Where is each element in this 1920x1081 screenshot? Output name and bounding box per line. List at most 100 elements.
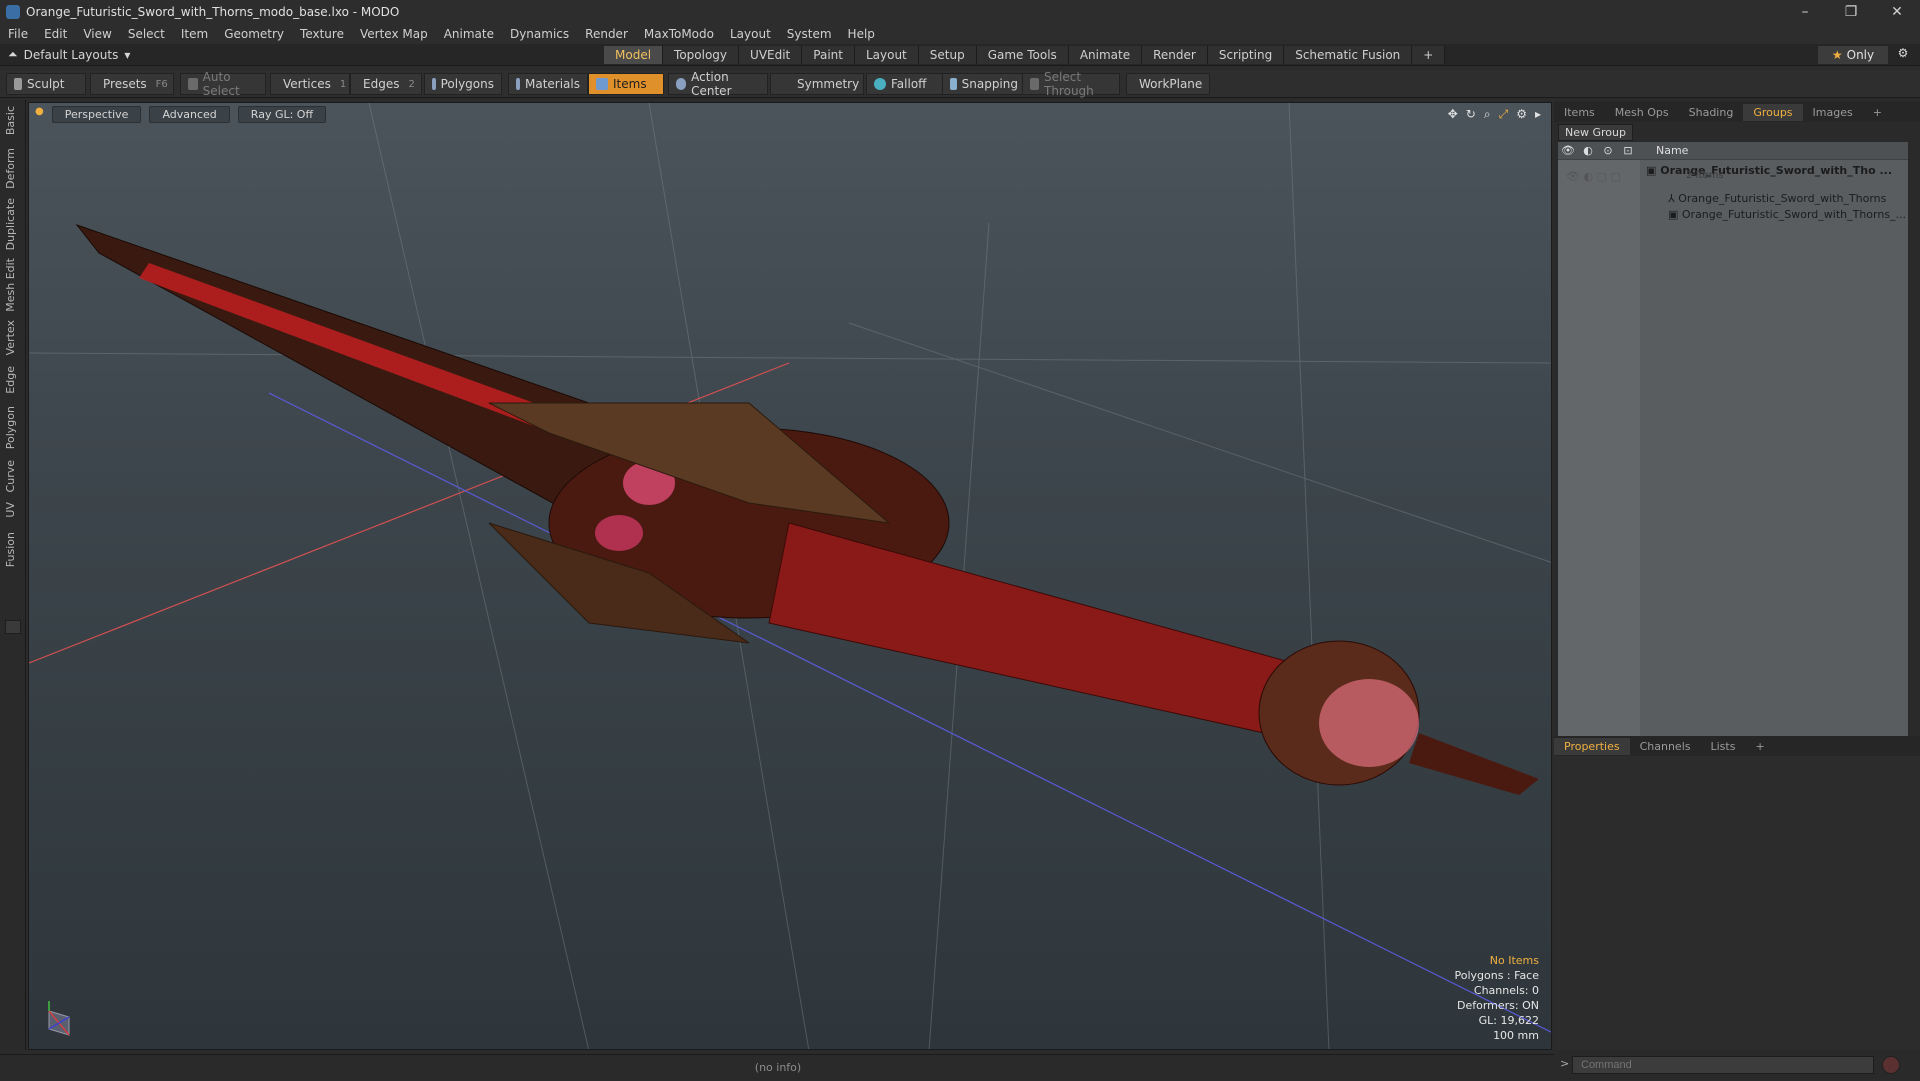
menu-vertex-map[interactable]: Vertex Map xyxy=(360,27,428,41)
action-center-button[interactable]: Action Center xyxy=(668,70,768,98)
tab-layout[interactable]: Layout xyxy=(854,46,919,64)
viewport-3d[interactable]: ● Perspective Advanced Ray GL: Off ✥ ↻ ⌕… xyxy=(28,102,1552,1050)
vtab-vertex[interactable]: Vertex xyxy=(4,320,22,355)
falloff-button[interactable]: Falloff xyxy=(866,73,946,95)
add-props-tab-icon[interactable]: + xyxy=(1745,738,1774,755)
move-view-icon[interactable]: ✥ xyxy=(1448,107,1458,122)
rotate-view-icon[interactable]: ↻ xyxy=(1466,107,1476,122)
materials-label: Materials xyxy=(524,77,580,91)
command-run-button[interactable] xyxy=(1882,1056,1900,1074)
close-button[interactable]: ✕ xyxy=(1874,0,1920,24)
tab-paint[interactable]: Paint xyxy=(802,46,855,64)
gl-info: GL: 19,622 xyxy=(1478,1014,1539,1027)
select-through-button[interactable]: Select Through xyxy=(1022,70,1120,98)
menu-animate[interactable]: Animate xyxy=(444,27,494,41)
vtab-duplicate[interactable]: Duplicate xyxy=(4,198,22,250)
menu-maxtomodo[interactable]: MaxToModo xyxy=(644,27,714,41)
vtab-deform[interactable]: Deform xyxy=(4,148,22,189)
edges-button[interactable]: Edges 2 xyxy=(350,73,422,95)
layouts-dropdown[interactable]: ⏶ Default Layouts ▾ xyxy=(8,47,130,62)
gear-icon[interactable]: ⚙ xyxy=(1894,46,1912,64)
pommel-glow xyxy=(1319,679,1419,767)
no-items-text: No Items xyxy=(1489,954,1539,967)
tab-schematic-fusion[interactable]: Schematic Fusion xyxy=(1284,46,1413,64)
axis-gizmo-icon xyxy=(48,1001,70,1036)
tab-images[interactable]: Images xyxy=(1803,104,1863,121)
menu-file[interactable]: File xyxy=(8,27,28,41)
vtab-edge[interactable]: Edge xyxy=(4,366,22,394)
menu-edit[interactable]: Edit xyxy=(44,27,67,41)
menu-layout[interactable]: Layout xyxy=(730,27,771,41)
presets-button[interactable]: Presets F6 xyxy=(90,73,174,95)
menu-help[interactable]: Help xyxy=(848,27,875,41)
minimize-button[interactable]: – xyxy=(1782,0,1828,24)
menu-view[interactable]: View xyxy=(83,27,111,41)
items-button[interactable]: Items xyxy=(588,73,664,95)
menu-item[interactable]: Item xyxy=(181,27,208,41)
maximize-button[interactable]: ❐ xyxy=(1828,0,1874,24)
sculpt-label: Sculpt xyxy=(27,77,65,91)
group-row[interactable]: ▣ Orange_Futuristic_Sword_with_Tho ... xyxy=(1646,164,1892,177)
vtab-polygon[interactable]: Polygon xyxy=(4,406,22,449)
vertices-button[interactable]: Vertices 1 xyxy=(270,73,350,95)
lock-icon[interactable]: ⊙ xyxy=(1598,144,1618,157)
menu-dynamics[interactable]: Dynamics xyxy=(510,27,569,41)
tab-items[interactable]: Items xyxy=(1554,104,1605,121)
items-icon xyxy=(596,78,608,90)
workplane-button[interactable]: WorkPlane xyxy=(1126,73,1210,95)
vtab-mesh-edit[interactable]: Mesh Edit xyxy=(4,258,22,312)
menu-system[interactable]: System xyxy=(787,27,832,41)
materials-button[interactable]: Materials xyxy=(508,73,588,95)
title-bar: Orange_Futuristic_Sword_with_Thorns_modo… xyxy=(0,0,1920,24)
menu-select[interactable]: Select xyxy=(128,27,165,41)
tab-setup[interactable]: Setup xyxy=(918,46,977,64)
tab-topology[interactable]: Topology xyxy=(663,46,740,64)
group-visibility-icons[interactable]: 👁 ◐ ▢ ▢ xyxy=(1566,170,1621,183)
tab-groups[interactable]: Groups xyxy=(1743,103,1803,121)
tab-animate[interactable]: Animate xyxy=(1068,46,1143,64)
symmetry-button[interactable]: Symmetry xyxy=(770,73,864,95)
list-item[interactable]: ▣ Orange_Futuristic_Sword_with_Thorns_..… xyxy=(1668,208,1906,221)
vtab-uv[interactable]: UV xyxy=(4,502,22,518)
menu-texture[interactable]: Texture xyxy=(300,27,344,41)
new-group-button[interactable]: New Group xyxy=(1558,124,1633,141)
tab-shading[interactable]: Shading xyxy=(1679,104,1744,121)
command-input[interactable] xyxy=(1572,1056,1874,1074)
only-toggle[interactable]: ★ Only xyxy=(1818,46,1888,64)
polygons-button[interactable]: Polygons xyxy=(424,73,502,95)
viewport-more-icon[interactable]: ▸ xyxy=(1535,107,1541,122)
menu-geometry[interactable]: Geometry xyxy=(224,27,284,41)
tab-channels[interactable]: Channels xyxy=(1630,738,1701,755)
zoom-view-icon[interactable]: ⌕ xyxy=(1484,107,1491,122)
snapping-button[interactable]: Snapping xyxy=(942,73,1026,95)
render-icon[interactable]: ◐ xyxy=(1578,144,1598,157)
perspective-button[interactable]: Perspective xyxy=(51,106,142,123)
list-item[interactable]: ⅄ Orange_Futuristic_Sword_with_Thorns xyxy=(1668,192,1886,205)
tab-lists[interactable]: Lists xyxy=(1701,738,1746,755)
advanced-button[interactable]: Advanced xyxy=(149,106,230,123)
group-icon: ▣ xyxy=(1646,164,1661,177)
add-tab-button[interactable]: + xyxy=(1412,46,1446,64)
menu-render[interactable]: Render xyxy=(585,27,628,41)
eye-icon[interactable]: 👁 xyxy=(1558,144,1578,157)
sculpt-button[interactable]: Sculpt xyxy=(6,73,86,95)
tab-properties[interactable]: Properties xyxy=(1554,737,1630,755)
select-icon[interactable]: ⊡ xyxy=(1618,144,1638,157)
auto-select-button[interactable]: Auto Select xyxy=(180,70,266,98)
tab-render[interactable]: Render xyxy=(1142,46,1208,64)
falloff-icon xyxy=(874,78,886,90)
tab-game-tools[interactable]: Game Tools xyxy=(976,46,1069,64)
tab-mesh-ops[interactable]: Mesh Ops xyxy=(1605,104,1679,121)
vtab-curve[interactable]: Curve xyxy=(4,460,22,492)
tab-scripting[interactable]: Scripting xyxy=(1207,46,1285,64)
raygl-button[interactable]: Ray GL: Off xyxy=(237,106,327,123)
expand-toggle[interactable] xyxy=(5,620,21,634)
vtab-basic[interactable]: Basic xyxy=(4,106,22,135)
tab-model[interactable]: Model xyxy=(604,46,664,64)
tab-uvedit[interactable]: UVEdit xyxy=(739,46,803,64)
vtab-fusion[interactable]: Fusion xyxy=(4,532,22,567)
add-panel-tab-icon[interactable]: + xyxy=(1863,104,1892,121)
viewport-settings-icon[interactable]: ⚙ xyxy=(1516,107,1527,122)
fit-view-icon[interactable]: ⤢ xyxy=(1499,107,1509,122)
viewport-menu-icon[interactable]: ● xyxy=(35,106,44,123)
